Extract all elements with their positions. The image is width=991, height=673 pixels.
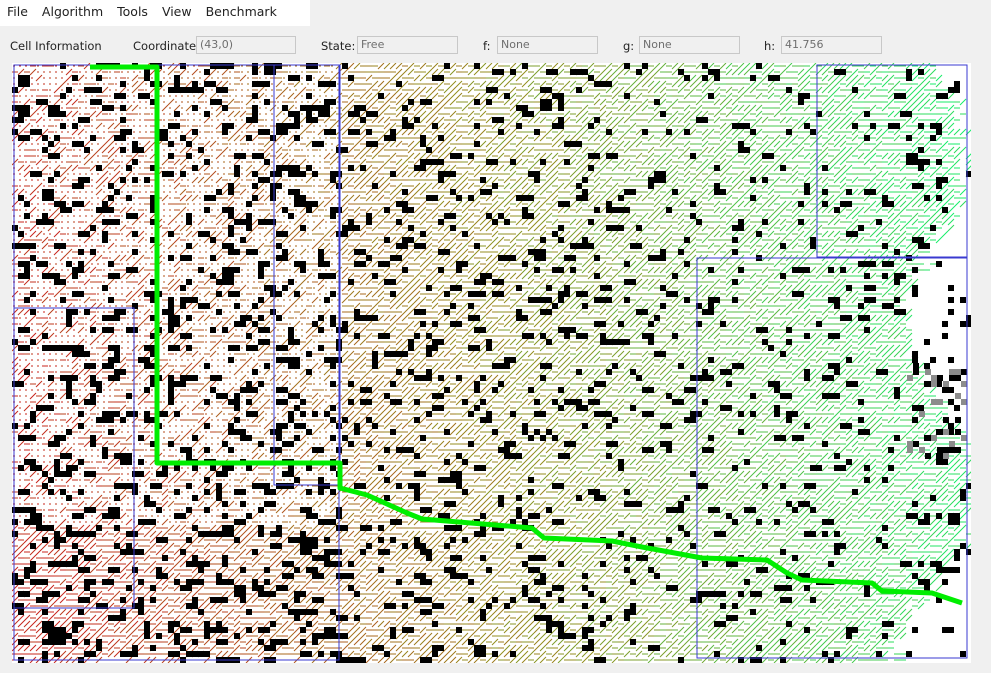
gray-cell [955,393,961,399]
gray-cell [943,417,949,423]
gray-cell [907,441,913,447]
gray-cell [949,447,955,453]
menu-tools[interactable]: Tools [110,2,155,24]
cell-info-title: Cell Information [10,39,102,53]
menu-view[interactable]: View [155,2,199,24]
gray-cell [919,447,925,453]
f-label: f: [483,39,491,53]
g-label: g: [623,39,635,53]
gray-cell [931,381,937,387]
gray-cell [907,447,913,453]
gray-cell [913,441,919,447]
gray-cell [937,375,943,381]
gray-cell [913,363,919,369]
gray-cell [961,369,967,375]
grid-view[interactable] [12,63,971,663]
gray-cell [925,369,931,375]
gray-cell [919,411,925,417]
gray-cell [937,399,943,405]
coordinate-field: (43,0) [196,36,296,54]
h-field: 41.756 [781,36,882,54]
gray-cell [955,447,961,453]
gray-cell [931,375,937,381]
gray-cell [961,381,967,387]
gray-cell [913,369,919,375]
gray-cell [943,453,949,459]
h-label: h: [764,39,776,53]
cell-info-bar: Cell Information Coordinate: (43,0) Stat… [0,28,991,60]
gray-cell [931,399,937,405]
gray-cell [931,435,937,441]
f-field: None [497,36,598,54]
gray-cell [907,375,913,381]
g-field: None [639,36,740,54]
gray-cell [925,453,931,459]
state-label: State: [321,39,356,53]
gray-cell [913,405,919,411]
gray-cell [961,435,967,441]
explored-cell-strokes [443,63,666,663]
gray-cell [943,429,949,435]
menu-benchmark[interactable]: Benchmark [199,2,284,24]
coordinate-label: Coordinate: [133,39,200,53]
gray-cell [949,441,955,447]
gray-cell [955,369,961,375]
gray-cell [937,447,943,453]
gray-cell [937,453,943,459]
gray-cell [949,375,955,381]
menu-algorithm[interactable]: Algorithm [35,2,110,24]
menu-file[interactable]: File [0,2,35,24]
gray-cell [955,375,961,381]
gray-cell [955,417,961,423]
gray-cell [943,447,949,453]
pathfinding-grid-canvas[interactable] [12,63,971,663]
gray-cell [943,381,949,387]
gray-cell [955,429,961,435]
menu-bar: File Algorithm Tools View Benchmark [0,0,310,26]
gray-cell [949,369,955,375]
gray-cell [961,399,967,405]
state-field: Free [357,36,458,54]
